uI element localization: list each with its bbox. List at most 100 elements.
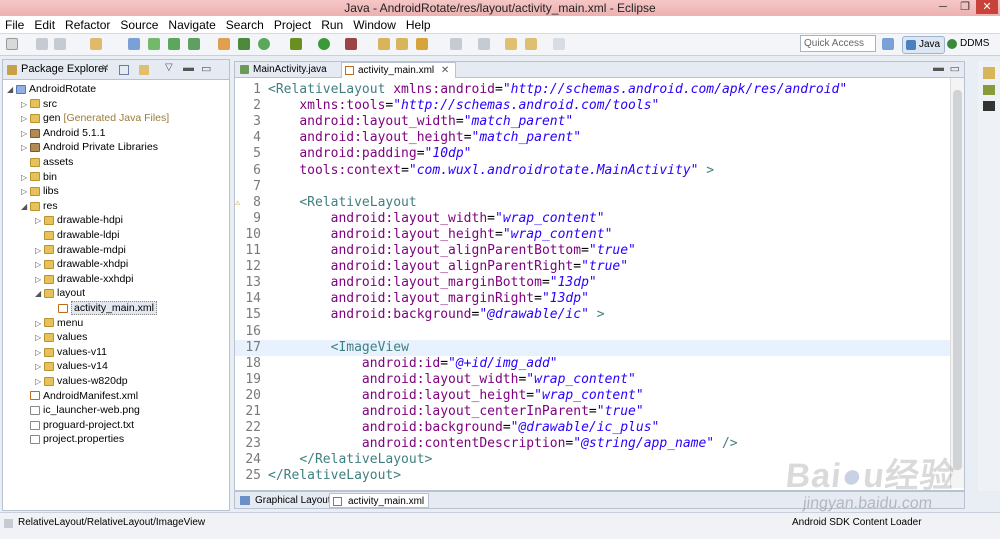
code-line[interactable]: 18 android:id="@+id/img_add"	[235, 356, 950, 372]
menu-source[interactable]: Source	[115, 16, 163, 34]
open-task-icon[interactable]	[396, 38, 408, 50]
refresh-icon[interactable]	[258, 38, 270, 50]
vertical-scrollbar[interactable]	[950, 78, 964, 488]
print-icon[interactable]	[90, 38, 102, 50]
forward-icon[interactable]	[553, 38, 565, 50]
collapsed-arrow-icon[interactable]: ▷	[21, 141, 30, 155]
collapse-all-icon[interactable]	[119, 65, 129, 75]
code-line[interactable]: 17 <ImageView	[235, 339, 950, 356]
tree-item[interactable]: project.properties	[21, 432, 124, 446]
save-all-icon[interactable]	[54, 38, 66, 50]
code-line[interactable]: 14 android:layout_marginRight="13dp"	[235, 291, 950, 307]
tree-item[interactable]: ▷ libs	[21, 184, 59, 198]
tree-item[interactable]: ▷ drawable-hdpi	[35, 213, 123, 227]
code-line[interactable]: 12 android:layout_alignParentRight="true…	[235, 259, 950, 275]
menu-navigate[interactable]: Navigate	[163, 16, 220, 34]
minimize-editor-icon[interactable]: ▬	[933, 62, 944, 74]
collapsed-arrow-icon[interactable]: ▷	[21, 112, 30, 126]
search-icon[interactable]	[416, 38, 428, 50]
tree-item[interactable]: ▷ drawable-mdpi	[35, 243, 126, 257]
code-line[interactable]: 16	[235, 324, 950, 340]
tree-item[interactable]: ▷ values-v14	[35, 359, 108, 373]
tree-item[interactable]: assets	[21, 155, 73, 169]
code-line[interactable]: 7	[235, 179, 950, 195]
external-tools-icon[interactable]	[345, 38, 357, 50]
collapsed-arrow-icon[interactable]: ▷	[35, 273, 44, 287]
collapsed-arrow-icon[interactable]: ▷	[35, 317, 44, 331]
minimize-view-icon[interactable]: ▬	[183, 62, 194, 74]
menu-run[interactable]: Run	[316, 16, 348, 34]
new-android-project-icon[interactable]	[218, 38, 230, 50]
open-type-icon[interactable]	[378, 38, 390, 50]
tree-item[interactable]: ▷ Android 5.1.1	[21, 126, 105, 140]
minimize-icon[interactable]: ─	[932, 0, 954, 14]
save-icon[interactable]	[36, 38, 48, 50]
menu-file[interactable]: File	[0, 16, 29, 34]
code-line[interactable]: 22 android:background="@drawable/ic_plus…	[235, 420, 950, 436]
tree-item[interactable]: ▷ values-v11	[35, 345, 107, 359]
tree-item[interactable]: ▷ drawable-xhdpi	[35, 257, 128, 271]
debug-icon[interactable]	[290, 38, 302, 50]
collapsed-arrow-icon[interactable]: ▷	[21, 127, 30, 141]
code-line[interactable]: 6 tools:context="com.wuxl.androidrotate.…	[235, 163, 950, 179]
lint-icon[interactable]	[168, 38, 180, 50]
next-annotation-icon[interactable]	[450, 38, 462, 50]
tree-item[interactable]: proguard-project.txt	[21, 418, 134, 432]
tree-item[interactable]: ▷ gen [Generated Java Files]	[21, 111, 169, 125]
expanded-arrow-icon[interactable]: ◢	[7, 83, 16, 97]
previous-annotation-icon[interactable]	[478, 38, 490, 50]
code-line[interactable]: 4 android:layout_height="match_parent"	[235, 130, 950, 146]
link-with-editor-icon[interactable]	[139, 65, 149, 75]
tab-xml-source[interactable]: activity_main.xml	[329, 493, 430, 508]
tree-item[interactable]: ▷ src	[21, 97, 57, 111]
tree-item[interactable]: ▷ Android Private Libraries	[21, 140, 158, 154]
code-line[interactable]: 8 ⚠ <RelativeLayout	[235, 195, 950, 211]
tree-item[interactable]: ▷ bin	[21, 170, 57, 184]
tree-item[interactable]: ◢ res	[21, 199, 58, 213]
task-list-icon[interactable]	[983, 85, 995, 95]
new-icon[interactable]	[6, 38, 18, 50]
expanded-arrow-icon[interactable]: ◢	[35, 287, 44, 301]
tree-item[interactable]: ◢ layout	[35, 286, 85, 300]
close-tab-icon[interactable]: ✕	[441, 65, 449, 76]
collapsed-arrow-icon[interactable]: ▷	[35, 360, 44, 374]
quick-access-input[interactable]: Quick Access	[800, 35, 876, 52]
run-icon[interactable]	[318, 38, 330, 50]
scrollbar-thumb[interactable]	[953, 90, 962, 470]
outline-view-icon[interactable]	[983, 67, 995, 79]
collapsed-arrow-icon[interactable]: ▷	[35, 346, 44, 360]
ddms-perspective-button[interactable]: DDMS	[944, 36, 993, 54]
collapsed-arrow-icon[interactable]: ▷	[35, 375, 44, 389]
back-icon[interactable]	[525, 38, 537, 50]
collapsed-arrow-icon[interactable]: ▷	[35, 331, 44, 345]
tree-item[interactable]: ▷ drawable-xxhdpi	[35, 272, 133, 286]
collapsed-arrow-icon[interactable]: ▷	[35, 244, 44, 258]
new-class-icon[interactable]	[238, 38, 250, 50]
code-line[interactable]: 10 android:layout_height="wrap_content"	[235, 227, 950, 243]
tab-mainactivity-java[interactable]: MainActivity.java	[237, 62, 333, 77]
menu-search[interactable]: Search	[221, 16, 269, 34]
maximize-editor-icon[interactable]: ▭	[950, 62, 960, 75]
collapsed-arrow-icon[interactable]: ▷	[35, 258, 44, 272]
code-line[interactable]: 21 android:layout_centerInParent="true"	[235, 404, 950, 420]
tree-item[interactable]: ▷ menu	[35, 316, 83, 330]
last-edit-icon[interactable]	[505, 38, 517, 50]
close-view-icon[interactable]: ✕	[101, 63, 109, 74]
tree-item[interactable]: activity_main.xml	[49, 301, 157, 315]
tab-activity-main-xml[interactable]: activity_main.xml ✕	[341, 62, 457, 78]
open-perspective-icon[interactable]	[882, 38, 894, 50]
sdk-manager-icon[interactable]	[128, 38, 140, 50]
menu-project[interactable]: Project	[269, 16, 316, 34]
tree-item[interactable]: ic_launcher-web.png	[21, 403, 140, 417]
code-line[interactable]: 20 android:layout_height="wrap_content"	[235, 388, 950, 404]
tab-graphical-layout[interactable]: Graphical Layout	[237, 493, 335, 508]
menu-help[interactable]: Help	[401, 16, 436, 34]
console-view-icon[interactable]	[983, 101, 995, 111]
collapsed-arrow-icon[interactable]: ▷	[35, 214, 44, 228]
collapsed-arrow-icon[interactable]: ▷	[21, 171, 30, 185]
tree-item[interactable]: ◢ AndroidRotate	[7, 82, 96, 96]
menu-edit[interactable]: Edit	[29, 16, 60, 34]
code-line[interactable]: 5 android:padding="10dp"	[235, 146, 950, 162]
menu-refactor[interactable]: Refactor	[60, 16, 115, 34]
view-menu-icon[interactable]: ▽	[165, 62, 173, 73]
